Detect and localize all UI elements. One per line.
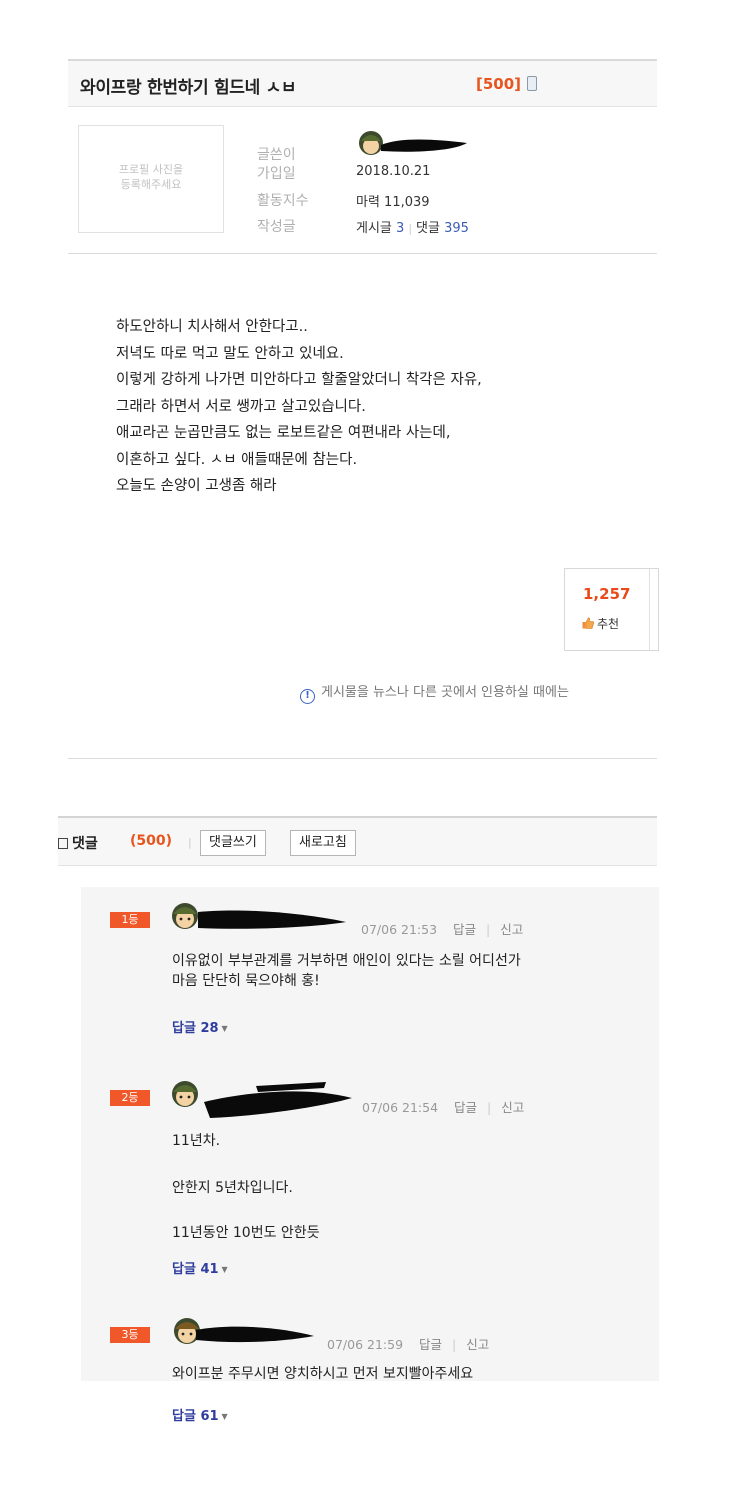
quote-notice: ! 게시물을 뉴스나 다른 곳에서 인용하실 때에는	[300, 681, 569, 704]
info-icon: !	[300, 689, 315, 704]
reply-action[interactable]: 답글	[454, 1100, 477, 1115]
comments-header: 댓글 (500) | 댓글쓰기 새로고침	[58, 816, 657, 866]
recommend-button[interactable]: 1,257 추천	[564, 568, 659, 651]
replies-toggle[interactable]: 답글 61 ▼	[172, 1405, 228, 1424]
comments-count-label: 댓글	[416, 221, 440, 236]
divider	[649, 569, 650, 650]
comment-meta: 07/06 21:59 답글 | 신고	[327, 1334, 489, 1353]
reply-action[interactable]: 답글	[453, 922, 476, 937]
posts-label: 작성글	[257, 219, 296, 235]
replies-count: 41	[200, 1262, 219, 1277]
comment-timestamp: 07/06 21:54	[362, 1100, 439, 1115]
replies-label: 답글	[172, 1262, 196, 1277]
recommend-label: 추천	[597, 617, 620, 631]
comments-total-count: (500)	[130, 833, 173, 849]
divider	[68, 253, 657, 254]
comment-text: 와이프분 주무시면 양치하시고 먼저 보지빨아주세요	[172, 1366, 474, 1382]
report-action[interactable]: 신고	[466, 1337, 489, 1352]
comment-meta: 07/06 21:54 답글 | 신고	[362, 1097, 524, 1116]
body-line: 오늘도 손양이 고생좀 해라	[116, 478, 277, 494]
posts-count-label: 게시글	[356, 221, 392, 236]
join-date-label: 가입일	[257, 166, 296, 182]
comment-text: 안한지 5년차입니다.	[172, 1180, 293, 1196]
profile-photo-placeholder: 프로필 사진을 등록해주세요	[78, 125, 224, 233]
comment-text: 이유없이 부부관계를 거부하면 애인이 있다는 소릴 어디선가	[172, 953, 521, 969]
notice-text: 게시물을 뉴스나 다른 곳에서 인용하실 때에는	[321, 685, 569, 700]
meta-separator: |	[487, 1100, 492, 1115]
post-title-bar: 와이프랑 한번하기 힘드네 ㅅㅂ [500]	[68, 59, 657, 107]
chevron-down-icon: ▼	[221, 1024, 228, 1033]
photo-placeholder-text-1: 프로필 사진을	[118, 163, 184, 176]
replies-count: 61	[200, 1409, 219, 1424]
divider	[68, 758, 657, 759]
meta-separator: |	[486, 922, 491, 937]
comment-icon	[58, 838, 68, 849]
rank-badge: 2등	[110, 1090, 150, 1106]
meta-separator: |	[452, 1337, 457, 1352]
username-redacted[interactable]	[198, 908, 348, 930]
body-line: 그래라 하면서 서로 쌩까고 살고있습니다.	[116, 398, 366, 415]
thumbs-up-icon	[582, 617, 594, 629]
replies-toggle[interactable]: 답글 28 ▼	[172, 1017, 228, 1036]
comments-label: 댓글	[72, 836, 98, 852]
chevron-down-icon: ▼	[221, 1412, 228, 1421]
username-redacted[interactable]	[196, 1322, 316, 1346]
body-line: 애교라곤 눈곱만큼도 없는 로보트같은 여편내라 사는데,	[116, 425, 451, 441]
recommend-count: 1,257	[583, 585, 631, 603]
join-date-value: 2018.10.21	[356, 164, 431, 179]
comment-list	[81, 887, 659, 1081]
comment-text: 11년동안 10번도 안한듯	[172, 1225, 320, 1241]
reply-action[interactable]: 답글	[419, 1337, 442, 1352]
rank-badge: 1등	[110, 912, 150, 928]
report-action[interactable]: 신고	[500, 922, 523, 937]
post-body: 하도안하니 치사해서 안한다고.. 저녁도 따로 먹고 말도 안하고 있네요. …	[116, 314, 676, 500]
author-label: 글쓴이	[257, 147, 296, 163]
mobile-icon	[527, 76, 537, 91]
rank-badge: 3등	[110, 1327, 150, 1343]
write-comment-button[interactable]: 댓글쓰기	[200, 830, 266, 856]
replies-label: 답글	[172, 1409, 196, 1424]
replies-count: 28	[200, 1021, 219, 1036]
chevron-down-icon: ▼	[221, 1265, 228, 1274]
comments-count-link[interactable]: 395	[444, 221, 469, 236]
stats-separator: |	[408, 222, 413, 235]
author-avatar-redacted[interactable]	[355, 129, 475, 159]
refresh-button[interactable]: 새로고침	[290, 830, 356, 856]
replies-label: 답글	[172, 1021, 196, 1036]
post-title: 와이프랑 한번하기 힘드네 ㅅㅂ	[80, 78, 297, 98]
body-line: 하도안하니 치사해서 안한다고..	[116, 319, 308, 335]
comment-text: 마음 단단히 묵으야해 홍!	[172, 973, 320, 989]
body-line: 이렇게 강하게 나가면 미안하다고 할줄알았더니 착각은 자유,	[116, 372, 482, 388]
body-line: 이혼하고 싶다. ㅅㅂ 애들때문에 참는다.	[116, 451, 358, 468]
comment-timestamp: 07/06 21:53	[361, 922, 438, 937]
comment-meta: 07/06 21:53 답글 | 신고	[361, 919, 523, 938]
activity-label: 활동지수	[257, 193, 309, 209]
photo-placeholder-text-2: 등록해주세요	[120, 178, 182, 191]
body-line: 저녁도 따로 먹고 말도 안하고 있네요.	[116, 345, 344, 362]
header-separator: |	[188, 836, 192, 849]
title-comment-count[interactable]: [500]	[476, 75, 521, 93]
comment-timestamp: 07/06 21:59	[327, 1337, 404, 1352]
comment-text: 11년차.	[172, 1133, 221, 1149]
user-avatar[interactable]	[170, 902, 200, 930]
username-redacted[interactable]	[196, 1080, 356, 1120]
posts-stats: 게시글 3 | 댓글 395	[356, 217, 469, 236]
replies-toggle[interactable]: 답글 41 ▼	[172, 1258, 228, 1277]
report-action[interactable]: 신고	[501, 1100, 524, 1115]
activity-value: 마력 11,039	[356, 195, 430, 210]
